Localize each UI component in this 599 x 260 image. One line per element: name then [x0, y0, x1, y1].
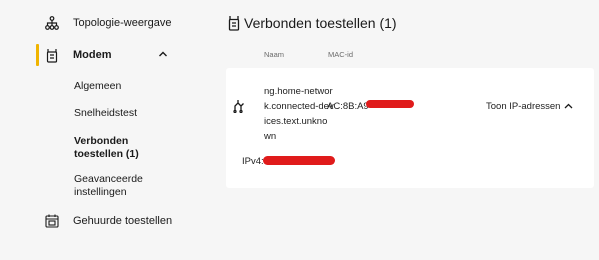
device-card: ng.home-network.connected-devices.text.u…	[226, 68, 594, 188]
sidebar-item-modem[interactable]: Modem	[0, 45, 205, 65]
rented-devices-icon	[44, 213, 60, 229]
chevron-up-icon[interactable]	[564, 102, 573, 110]
sidebar-item-label: Topologie-weergave	[73, 17, 172, 29]
device-mac-prefix: AC:8B:A9	[327, 101, 369, 112]
ipv4-redaction	[263, 156, 335, 165]
sidebar-item-topology[interactable]: Topologie-weergave	[0, 14, 205, 32]
column-header-mac: MAC-id	[328, 50, 354, 59]
sidebar-subitem-connected-devices[interactable]: Verbonden toestellen (1)	[74, 135, 174, 161]
sidebar-item-rented-devices[interactable]: Gehuurde toestellen	[0, 212, 205, 230]
topology-icon	[44, 15, 60, 31]
sidebar-item-label: Gehuurde toestellen	[73, 215, 173, 227]
page-title: Verbonden toestellen (1)	[244, 15, 397, 31]
device-name: ng.home-network.connected-devices.text.u…	[264, 86, 334, 142]
mac-redaction	[366, 100, 414, 108]
ipv4-label: IPv4:	[242, 156, 264, 167]
modem-icon	[228, 16, 240, 31]
column-header-name: Naam	[264, 50, 285, 59]
device-icon	[233, 100, 244, 113]
device-mac: AC:8B:A9	[327, 99, 369, 114]
sidebar-subitem-general[interactable]: Algemeen	[74, 80, 121, 93]
sidebar: Topologie-weergave Modem Algemeen Snelhe…	[0, 0, 205, 260]
sidebar-subitem-speedtest[interactable]: Snelheidstest	[74, 107, 137, 120]
chevron-up-icon[interactable]	[158, 49, 168, 59]
show-ip-addresses-button[interactable]: Toon IP-adressen	[486, 99, 560, 114]
sidebar-subitem-advanced-settings[interactable]: Geavanceerde instellingen	[74, 173, 164, 199]
modem-icon	[44, 47, 60, 63]
sidebar-item-label: Modem	[73, 49, 112, 61]
